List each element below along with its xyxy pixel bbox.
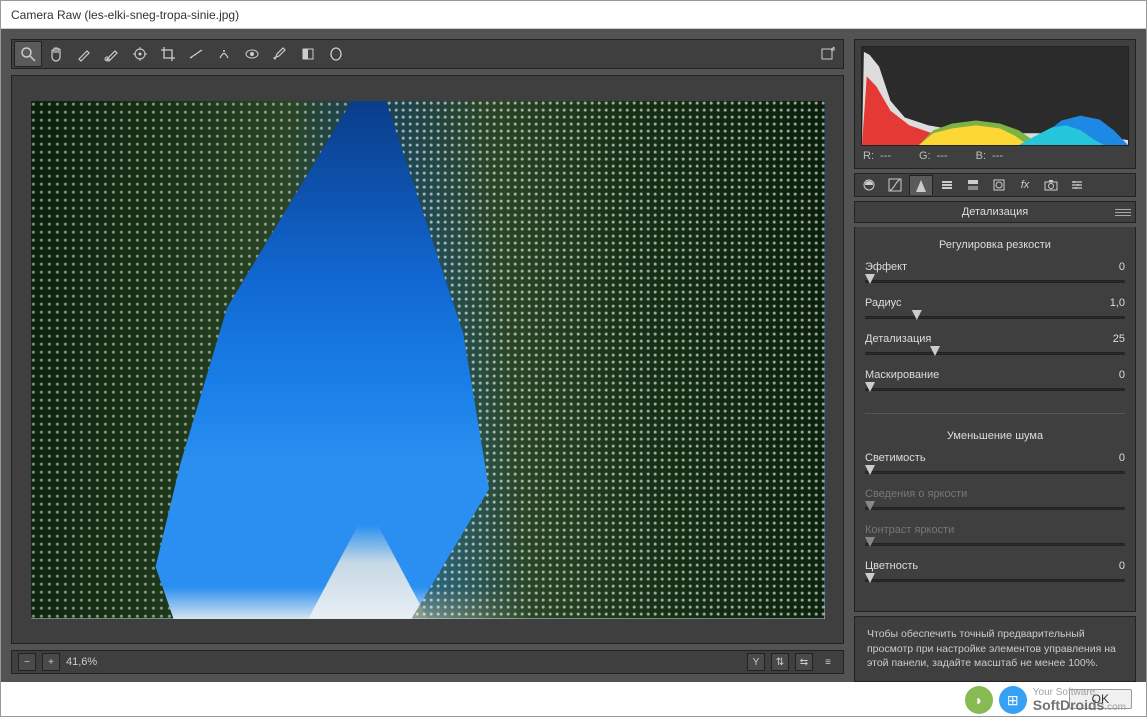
luminance-slider[interactable]	[865, 466, 1125, 478]
r-label: R:	[863, 150, 874, 162]
luminance-slider-row: Светимость 0	[865, 452, 1125, 478]
zoom-level[interactable]: 41,6%	[66, 656, 97, 668]
hand-tool-icon[interactable]	[42, 41, 70, 67]
panel-title: Детализация	[962, 206, 1028, 218]
graduated-filter-tool-icon[interactable]	[294, 41, 322, 67]
android-badge-icon: ◗	[965, 686, 993, 714]
panel-tabs: fx	[854, 173, 1136, 197]
masking-value[interactable]: 0	[1119, 369, 1125, 381]
ok-button[interactable]: OK	[1069, 689, 1132, 709]
tab-split-icon[interactable]	[961, 175, 985, 195]
photo-canvas	[31, 101, 825, 619]
color-label: Цветность	[865, 560, 918, 572]
target-adjust-tool-icon[interactable]	[126, 41, 154, 67]
radius-slider-row: Радиус 1,0	[865, 297, 1125, 323]
detail-label: Детализация	[865, 333, 931, 345]
lumdetail-label: Сведения о яркости	[865, 488, 967, 500]
masking-slider-row: Маскирование 0	[865, 369, 1125, 395]
panel-menu-icon[interactable]	[1115, 205, 1131, 219]
masking-slider[interactable]	[865, 383, 1125, 395]
white-balance-tool-icon[interactable]	[70, 41, 98, 67]
spot-removal-tool-icon[interactable]	[210, 41, 238, 67]
histogram[interactable]	[861, 46, 1129, 146]
view-options-icon[interactable]: ≡	[819, 653, 837, 671]
lumdetail-slider-row: Сведения о яркости	[865, 488, 1125, 514]
main-area: − + 41,6% Y ⇅ ⇆ ≡	[1, 29, 1146, 682]
straighten-tool-icon[interactable]	[182, 41, 210, 67]
b-value: ---	[992, 150, 1003, 162]
tab-basic-icon[interactable]	[857, 175, 881, 195]
amount-value[interactable]: 0	[1119, 261, 1125, 273]
detail-slider[interactable]	[865, 347, 1125, 359]
color-value[interactable]: 0	[1119, 560, 1125, 572]
before-after-y-button[interactable]: Y	[747, 653, 765, 671]
crop-tool-icon[interactable]	[154, 41, 182, 67]
g-value: ---	[937, 150, 948, 162]
radius-value[interactable]: 1,0	[1110, 297, 1125, 309]
windows-badge-icon: ⊞	[999, 686, 1027, 714]
lumdetail-slider	[865, 502, 1125, 514]
radius-label: Радиус	[865, 297, 902, 309]
hint-text: Чтобы обеспечить точный предварительный …	[867, 628, 1116, 669]
zoom-out-button[interactable]: −	[18, 653, 36, 671]
zoom-tool-icon[interactable]	[14, 41, 42, 67]
radius-slider[interactable]	[865, 311, 1125, 323]
lumcontrast-slider	[865, 538, 1125, 550]
tab-fx-icon[interactable]: fx	[1013, 175, 1037, 195]
amount-slider-row: Эффект 0	[865, 261, 1125, 287]
b-label: B:	[976, 150, 986, 162]
r-value: ---	[880, 150, 891, 162]
luminance-value[interactable]: 0	[1119, 452, 1125, 464]
masking-label: Маскирование	[865, 369, 939, 381]
panel-title-bar: Детализация	[854, 201, 1136, 223]
right-pane: R: --- G: --- B: --- fx Детализация	[850, 29, 1146, 682]
color-slider[interactable]	[865, 574, 1125, 586]
hint-box: Чтобы обеспечить точный предварительный …	[854, 616, 1136, 682]
zoom-in-button[interactable]: +	[42, 653, 60, 671]
window-title: Camera Raw (les-elki-sneg-tropa-sinie.jp…	[11, 8, 239, 22]
luminance-label: Светимость	[865, 452, 926, 464]
tab-camera-icon[interactable]	[1039, 175, 1063, 195]
detail-slider-row: Детализация 25	[865, 333, 1125, 359]
copy-settings-button[interactable]: ⇆	[795, 653, 813, 671]
rgb-readout: R: --- G: --- B: ---	[861, 146, 1129, 162]
lumcontrast-label: Контраст яркости	[865, 524, 954, 536]
left-pane: − + 41,6% Y ⇅ ⇆ ≡	[1, 29, 850, 682]
amount-label: Эффект	[865, 261, 907, 273]
amount-slider[interactable]	[865, 275, 1125, 287]
controls-panel: Регулировка резкости Эффект 0 Радиус 1,0 Д…	[854, 227, 1136, 612]
detail-value[interactable]: 25	[1113, 333, 1125, 345]
rotate-tool-icon[interactable]	[813, 41, 841, 67]
adjustment-brush-tool-icon[interactable]	[266, 41, 294, 67]
tab-presets-icon[interactable]	[1065, 175, 1089, 195]
histogram-panel: R: --- G: --- B: ---	[854, 39, 1136, 169]
tab-hsl-icon[interactable]	[935, 175, 959, 195]
image-preview[interactable]	[11, 75, 844, 644]
footer: OK ◗ ⊞ Your Software SoftDroids.com	[1, 682, 1146, 716]
tab-lens-icon[interactable]	[987, 175, 1011, 195]
color-slider-row: Цветность 0	[865, 560, 1125, 586]
sharpen-section-title: Регулировка резкости	[865, 235, 1125, 257]
g-label: G:	[919, 150, 931, 162]
radial-filter-tool-icon[interactable]	[322, 41, 350, 67]
bottom-statusbar: − + 41,6% Y ⇅ ⇆ ≡	[11, 650, 844, 674]
titlebar: Camera Raw (les-elki-sneg-tropa-sinie.jp…	[1, 1, 1146, 29]
swap-before-after-button[interactable]: ⇅	[771, 653, 789, 671]
redeye-tool-icon[interactable]	[238, 41, 266, 67]
noise-section-title: Уменьшение шума	[865, 426, 1125, 448]
tab-curve-icon[interactable]	[883, 175, 907, 195]
color-sampler-tool-icon[interactable]	[98, 41, 126, 67]
app-window: Camera Raw (les-elki-sneg-tropa-sinie.jp…	[0, 0, 1147, 717]
tab-detail-icon[interactable]	[909, 175, 933, 195]
lumcontrast-slider-row: Контраст яркости	[865, 524, 1125, 550]
top-toolbar	[11, 39, 844, 69]
